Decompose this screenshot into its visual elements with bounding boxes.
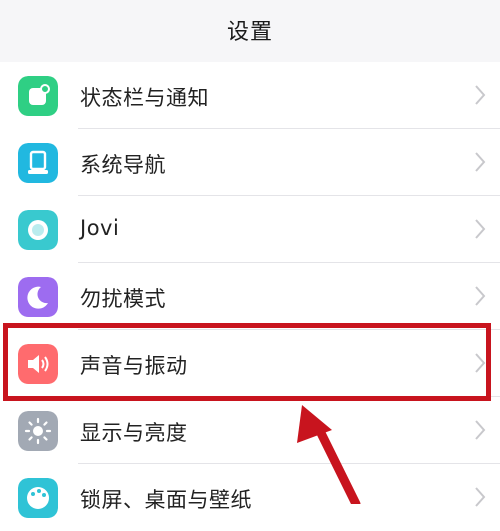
settings-item-label: Jovi [80, 216, 120, 240]
jovi-icon [18, 210, 58, 250]
chevron-right-icon [475, 420, 486, 440]
chevron-right-icon [475, 487, 486, 507]
settings-item-jovi[interactable]: Jovi [0, 196, 500, 263]
chevron-right-icon [475, 85, 486, 105]
chevron-right-icon [475, 286, 486, 306]
settings-item-display-brightness[interactable]: 显示与亮度 [0, 397, 500, 464]
settings-item-lock-screen-wallpaper[interactable]: 锁屏、桌面与壁纸 [0, 464, 500, 531]
settings-item-system-navigation[interactable]: 系统导航 [0, 129, 500, 196]
settings-item-label: 状态栏与通知 [80, 86, 209, 110]
page-title: 设置 [226, 20, 273, 45]
settings-item-label: 系统导航 [80, 153, 166, 177]
chevron-right-icon [475, 219, 486, 239]
palette-icon [18, 478, 58, 518]
settings-item-label: 显示与亮度 [80, 421, 188, 445]
navigation-icon [18, 143, 58, 183]
chevron-right-icon [475, 152, 486, 172]
settings-item-status-bar-notifications[interactable]: 状态栏与通知 [0, 62, 500, 129]
settings-item-do-not-disturb[interactable]: 勿扰模式 [0, 263, 500, 330]
sun-icon [18, 411, 58, 451]
settings-item-label: 勿扰模式 [80, 287, 166, 311]
moon-icon [18, 277, 58, 317]
settings-item-label: 锁屏、桌面与壁纸 [80, 488, 252, 512]
annotation-highlight-box [3, 323, 491, 401]
settings-header: 设置 [0, 0, 500, 62]
notification-icon [18, 76, 58, 116]
